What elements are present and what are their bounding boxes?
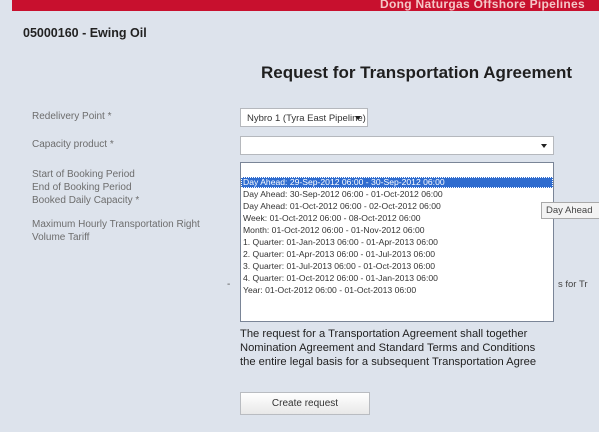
capacity-product-label: Capacity product * xyxy=(32,139,114,150)
dropdown-option[interactable]: 4. Quarter: 01-Oct-2012 06:00 - 01-Jan-2… xyxy=(241,273,553,284)
chevron-down-icon xyxy=(541,144,547,148)
chevron-down-icon xyxy=(355,116,361,120)
dropdown-option[interactable]: 1. Quarter: 01-Jan-2013 06:00 - 01-Apr-2… xyxy=(241,237,553,248)
dropdown-option[interactable]: Day Ahead: 01-Oct-2012 06:00 - 02-Oct-20… xyxy=(241,201,553,212)
dropdown-option[interactable]: Week: 01-Oct-2012 06:00 - 08-Oct-2012 06… xyxy=(241,213,553,224)
notice-line: Nomination Agreement and Standard Terms … xyxy=(240,342,536,354)
account-label: 05000160 - Ewing Oil xyxy=(23,26,147,40)
booked-daily-capacity-label: Booked Daily Capacity * xyxy=(32,195,140,206)
end-booking-label: End of Booking Period xyxy=(32,182,132,193)
background-text: s for Tr xyxy=(558,279,588,290)
page-title: Request for Transportation Agreement xyxy=(261,63,573,82)
dropdown-option[interactable]: 3. Quarter: 01-Jul-2013 06:00 - 01-Oct-2… xyxy=(241,261,553,272)
brand-name: Dong Naturgas Offshore Pipelines xyxy=(380,0,585,11)
create-request-button[interactable]: Create request xyxy=(240,392,370,415)
redelivery-point-value: Nybro 1 (Tyra East Pipeline) xyxy=(247,113,366,124)
start-booking-label: Start of Booking Period xyxy=(32,169,135,180)
separator-dash: - xyxy=(227,279,231,290)
dropdown-option[interactable]: Month: 01-Oct-2012 06:00 - 01-Nov-2012 0… xyxy=(241,225,553,236)
redelivery-point-select[interactable]: Nybro 1 (Tyra East Pipeline) xyxy=(240,108,368,127)
capacity-product-select[interactable] xyxy=(240,136,554,155)
dropdown-option[interactable]: Year: 01-Oct-2012 06:00 - 01-Oct-2013 06… xyxy=(241,285,553,296)
tooltip: Day Ahead xyxy=(541,202,599,219)
notice-line: The request for a Transportation Agreeme… xyxy=(240,328,528,340)
capacity-product-dropdown[interactable]: Day Ahead: 29-Sep-2012 06:00 - 30-Sep-20… xyxy=(240,162,554,322)
notice-line: the entire legal basis for a subsequent … xyxy=(240,356,537,368)
volume-tariff-label: Volume Tariff xyxy=(32,232,90,243)
dropdown-option[interactable]: Day Ahead: 30-Sep-2012 06:00 - 01-Oct-20… xyxy=(241,189,553,200)
redelivery-point-label: Redelivery Point * xyxy=(32,111,112,122)
dropdown-option[interactable] xyxy=(241,165,553,176)
dropdown-option[interactable]: 2. Quarter: 01-Apr-2013 06:00 - 01-Jul-2… xyxy=(241,249,553,260)
legal-notice: The request for a Transportation Agreeme… xyxy=(240,327,599,369)
dropdown-option[interactable]: Day Ahead: 29-Sep-2012 06:00 - 30-Sep-20… xyxy=(241,177,553,188)
top-banner: Dong Naturgas Offshore Pipelines xyxy=(12,0,599,11)
max-hourly-right-label: Maximum Hourly Transportation Right xyxy=(32,219,200,230)
